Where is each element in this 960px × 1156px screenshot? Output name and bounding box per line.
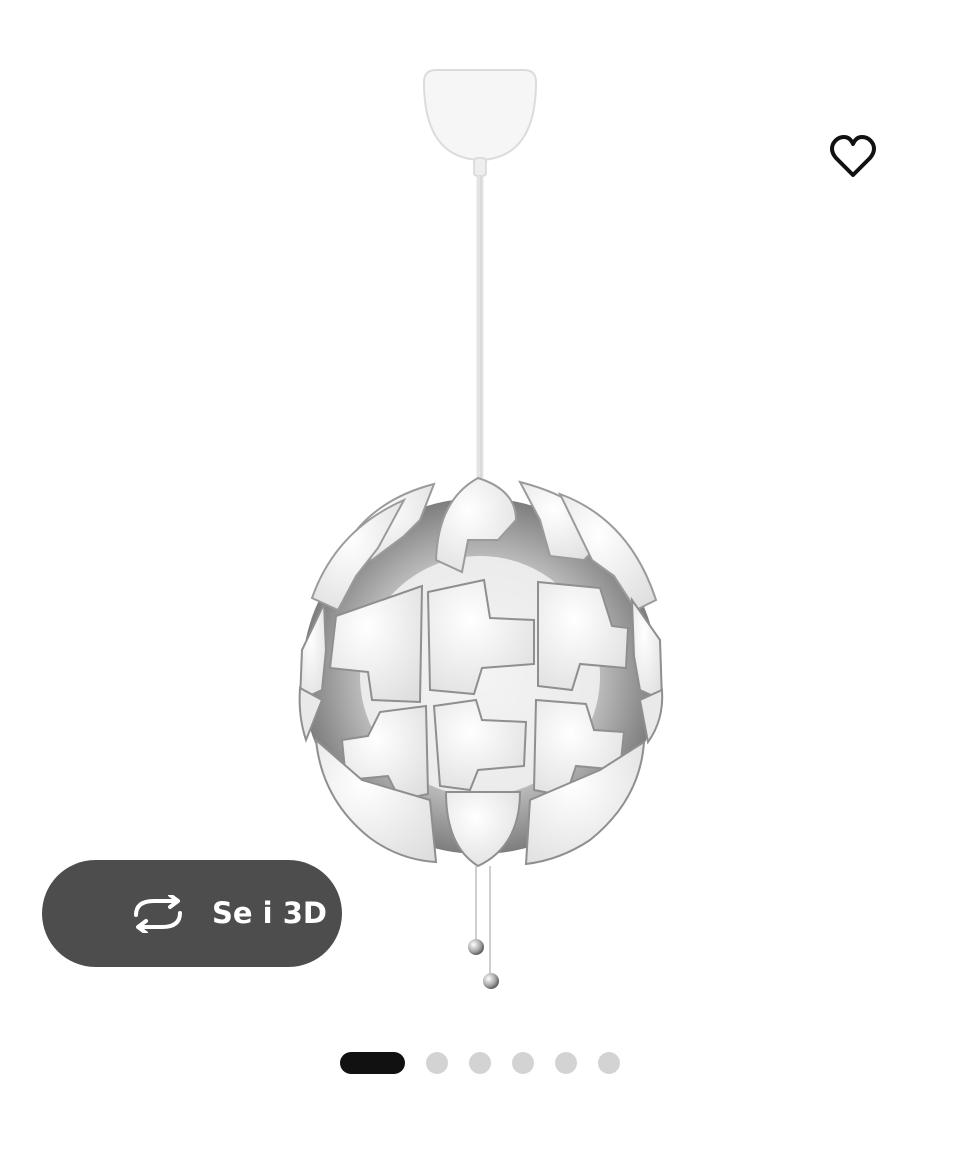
heart-outline-icon	[830, 135, 876, 177]
pagination-dot-active[interactable]	[340, 1052, 405, 1074]
pagination-dot[interactable]	[426, 1052, 448, 1074]
pagination-dot[interactable]	[598, 1052, 620, 1074]
pagination-dot[interactable]	[555, 1052, 577, 1074]
favorite-button[interactable]	[818, 126, 888, 188]
rotate-3d-icon	[134, 895, 182, 933]
pagination-dot[interactable]	[469, 1052, 491, 1074]
view-3d-label: Se i 3D	[212, 896, 327, 930]
view-3d-button[interactable]: Se i 3D	[42, 860, 342, 967]
pagination-dot[interactable]	[512, 1052, 534, 1074]
image-pagination	[340, 1052, 620, 1074]
